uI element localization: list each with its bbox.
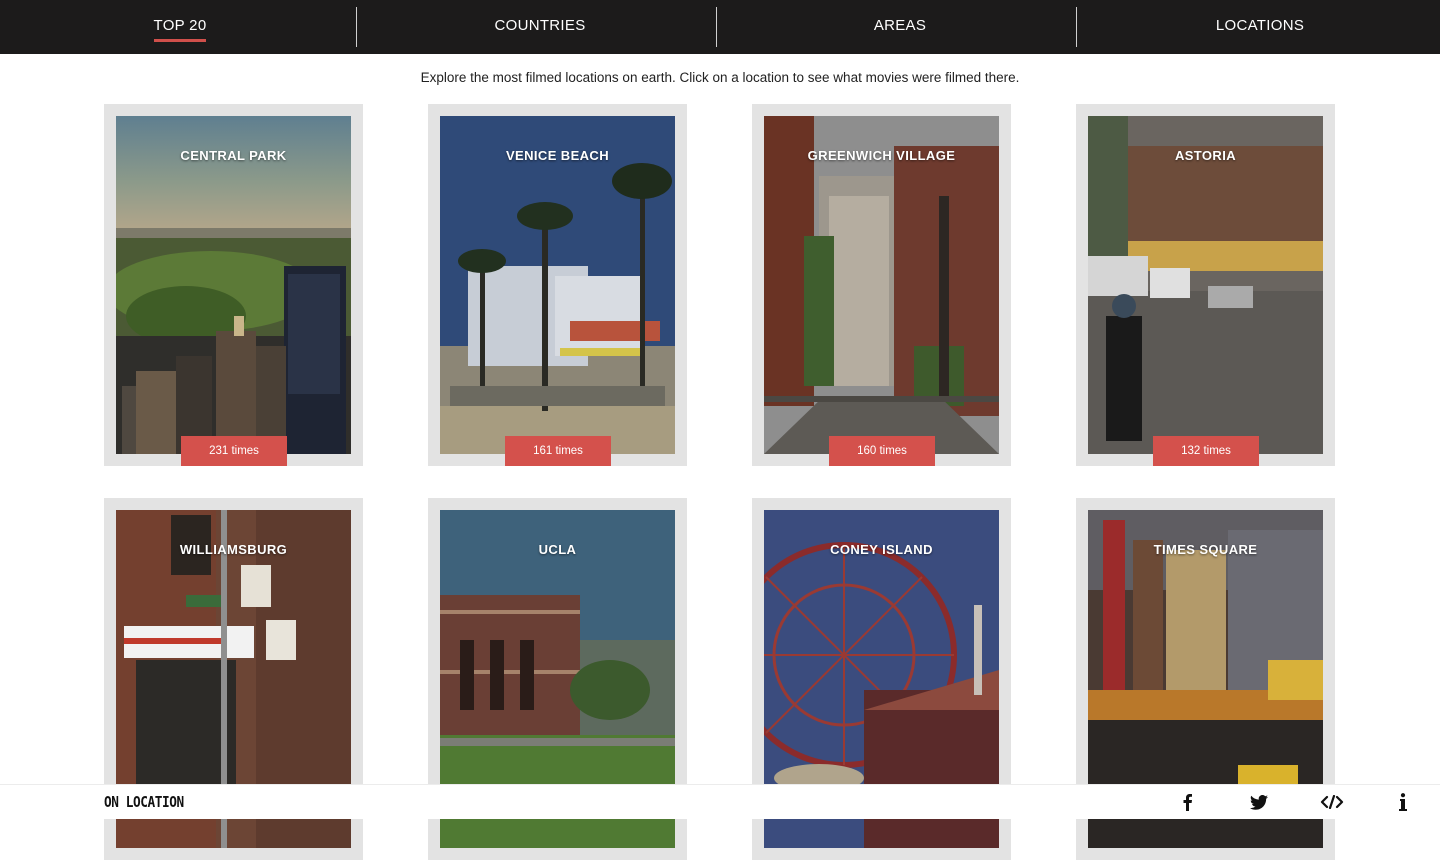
location-name: CENTRAL PARK [180, 148, 287, 163]
film-count-badge: 231 times [181, 436, 287, 466]
location-name: ASTORIA [1174, 148, 1237, 163]
location-name: UCLA [538, 542, 577, 557]
tab-label: LOCATIONS [1215, 16, 1305, 34]
location-name: VENICE BEACH [505, 148, 610, 163]
info-icon[interactable] [1392, 792, 1414, 812]
location-name: GREENWICH VILLAGE [807, 148, 956, 163]
location-card-venice-beach[interactable]: VENICE BEACH 161 times [428, 104, 687, 466]
location-name: TIMES SQUARE [1153, 542, 1258, 557]
location-photo [440, 116, 675, 454]
tab-locations[interactable]: LOCATIONS [1080, 0, 1440, 54]
intro-text: Explore the most filmed locations on ear… [420, 70, 1020, 85]
facebook-icon[interactable] [1176, 792, 1198, 812]
tab-label: TOP 20 [153, 17, 207, 42]
tab-label: AREAS [873, 16, 927, 34]
location-photo [116, 116, 351, 454]
location-photo [1088, 116, 1323, 454]
footer-bar: ON LOCATION [0, 784, 1440, 819]
location-name: WILLIAMSBURG [179, 542, 288, 557]
location-card-central-park[interactable]: CENTRAL PARK 231 times [104, 104, 363, 466]
location-name: CONEY ISLAND [830, 542, 933, 557]
film-count-badge: 132 times [1153, 436, 1259, 466]
embed-code-icon[interactable] [1320, 792, 1344, 812]
film-count-badge: 161 times [505, 436, 611, 466]
tab-countries[interactable]: COUNTRIES [360, 0, 720, 54]
nav-divider [716, 7, 717, 47]
tab-top-20[interactable]: TOP 20 [0, 0, 360, 54]
tab-label: COUNTRIES [494, 16, 586, 34]
location-card-astoria[interactable]: ASTORIA 132 times [1076, 104, 1335, 466]
nav-divider [356, 7, 357, 47]
location-photo [764, 116, 999, 454]
film-count-badge: 160 times [829, 436, 935, 466]
tab-areas[interactable]: AREAS [720, 0, 1080, 54]
twitter-icon[interactable] [1248, 792, 1270, 812]
nav-divider [1076, 7, 1077, 47]
top-nav: TOP 20 COUNTRIES AREAS LOCATIONS [0, 0, 1440, 54]
location-card-greenwich-village[interactable]: GREENWICH VILLAGE 160 times [752, 104, 1011, 466]
brand-logo[interactable]: ON LOCATION [104, 793, 184, 811]
